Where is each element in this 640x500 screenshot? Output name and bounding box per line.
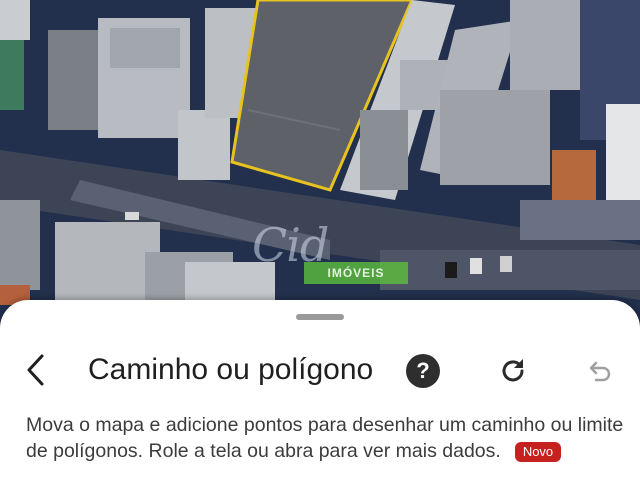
- description-text: Mova o mapa e adicione pontos para desen…: [26, 412, 626, 464]
- watermark-logo: Cid IMÓVEIS: [238, 214, 438, 294]
- help-circle-icon: ?: [416, 358, 430, 383]
- undo-icon: [589, 361, 611, 382]
- watermark-badge: IMÓVEIS: [304, 262, 408, 284]
- help-button[interactable]: ?: [406, 354, 440, 388]
- drag-handle[interactable]: [296, 314, 344, 320]
- sheet-header: Caminho ou polígono ?: [0, 344, 640, 394]
- new-badge: Novo: [514, 441, 562, 462]
- back-button[interactable]: [18, 350, 54, 390]
- back-arrow-icon: [27, 354, 44, 386]
- refresh-button[interactable]: [494, 352, 532, 390]
- page-title: Caminho ou polígono: [88, 353, 374, 386]
- undo-button[interactable]: [580, 352, 618, 390]
- satellite-map[interactable]: Cid IMÓVEIS: [0, 0, 640, 330]
- bottom-sheet[interactable]: Caminho ou polígono ? Mova o mapa e adic…: [0, 300, 640, 500]
- refresh-icon: [502, 359, 524, 382]
